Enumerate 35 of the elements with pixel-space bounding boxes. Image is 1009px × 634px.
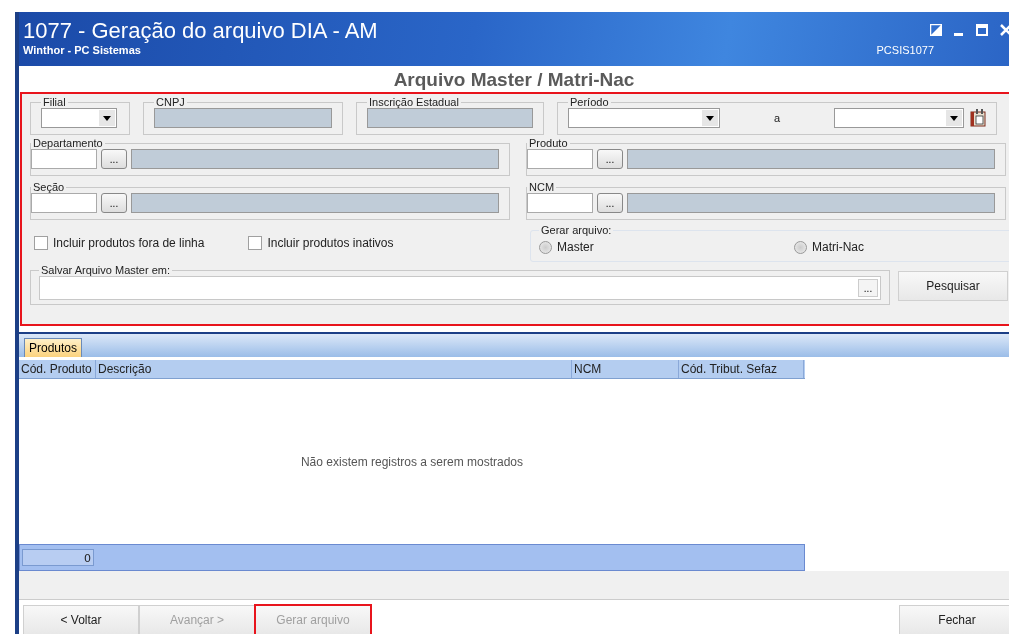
group-label: Seção [32,181,66,193]
group-label: Produto [528,137,569,149]
column-header[interactable]: NCM [572,360,679,378]
radio-label: Matri-Nac [812,240,864,254]
products-tab[interactable]: Produtos [24,338,83,357]
group-label: Inscrição Estadual [368,96,460,108]
browse-button[interactable]: ... [101,149,127,169]
group-label: Período [569,96,610,108]
window-subtitle: Winthor - PC Sistemas [23,44,141,56]
group-label: Salvar Arquivo Master em: [40,264,171,276]
range-separator: a [773,112,781,124]
browse-button[interactable]: ... [858,279,878,297]
group-label: Departamento [32,137,104,149]
form-heading: Arquivo Master / Matri-Nac [392,68,636,92]
wizard-button[interactable]: < Voltar [23,605,139,634]
group-label: NCM [528,181,556,193]
program-code: PCSIS1077 [876,44,934,56]
window-title: 1077 - Geração do arquivo DIA - AM [23,18,378,44]
browse-button[interactable]: ... [101,193,127,213]
column-header[interactable]: Cód. Tribut. Sefaz [679,360,804,378]
empty-message: Não existem registros a serem mostrados [300,454,524,469]
close-button[interactable]: Fechar [899,605,1009,634]
group-label: CNPJ [155,96,186,108]
path-field[interactable]: ... [39,276,881,300]
column-header[interactable]: Cód. Produto [19,360,96,378]
checkbox-label: Incluir produtos inativos [267,236,394,250]
column-header[interactable]: Descrição [96,360,572,378]
search-button[interactable]: Pesquisar [898,271,1008,301]
checkbox-label: Incluir produtos fora de linha [53,236,205,250]
browse-button[interactable]: ... [597,149,623,169]
group-label: Gerar arquivo: [540,224,613,236]
group-label: Filial [42,96,67,108]
radio-label: Master [557,240,594,254]
record-count: 0 [22,549,94,566]
browse-button[interactable]: ... [597,193,623,213]
